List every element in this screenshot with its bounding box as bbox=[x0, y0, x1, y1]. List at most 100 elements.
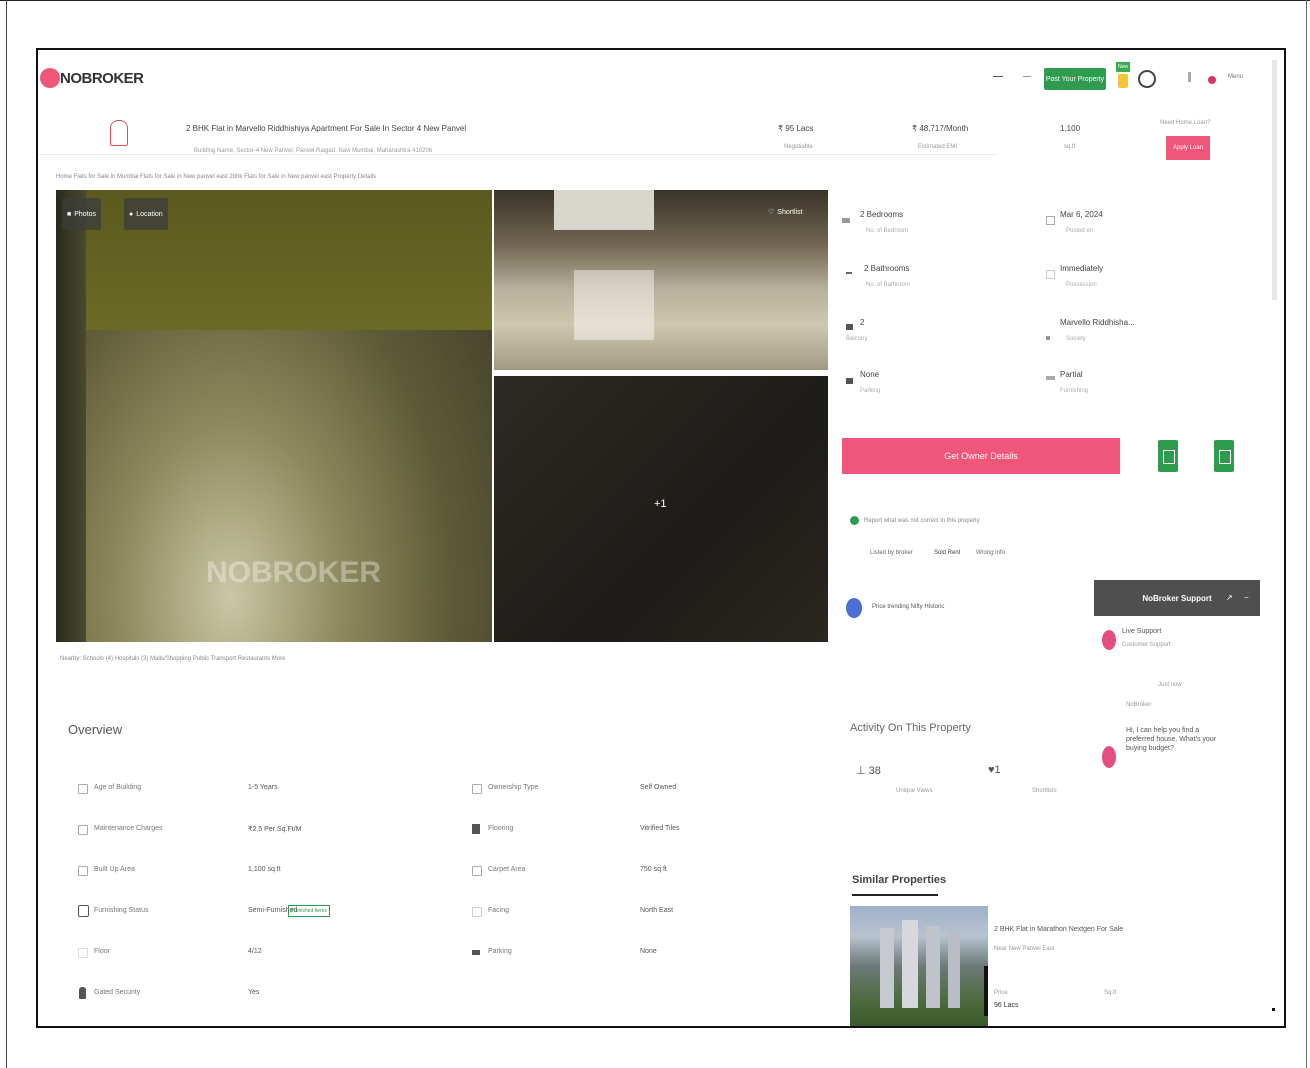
slider-handle[interactable] bbox=[984, 966, 988, 1016]
shortlists-count: 1 bbox=[994, 764, 1001, 776]
logo-text[interactable]: NOBROKER bbox=[60, 70, 144, 87]
spec-title: None bbox=[860, 370, 880, 379]
calculator-button[interactable] bbox=[1158, 440, 1178, 472]
price-trend-link[interactable]: Price trending Nifty Historic bbox=[872, 604, 944, 610]
table-row: Built Up Area 1,100 sq.ft Carpet Area 75… bbox=[78, 864, 798, 878]
spec-sub: Posted on bbox=[1066, 228, 1094, 234]
car-icon bbox=[846, 378, 853, 384]
listing-area: 1,100 bbox=[1060, 124, 1081, 133]
person-icon: ⊥ bbox=[856, 765, 869, 777]
floor-reflection bbox=[574, 270, 654, 340]
chat-sender: NoBroker bbox=[1126, 702, 1152, 708]
views-label: Unique Views bbox=[896, 788, 933, 794]
emi-sub: Estimated EMI bbox=[918, 144, 958, 150]
row-label: Maintenance Charges bbox=[94, 825, 163, 832]
row-label: Ownership Type bbox=[488, 784, 539, 791]
agent-sub: Customer Support bbox=[1122, 642, 1171, 648]
spec-sub: Possession bbox=[1066, 282, 1097, 288]
post-property-button[interactable]: Post Your Property bbox=[1044, 68, 1106, 90]
row-value: 750 sq.ft bbox=[640, 866, 667, 873]
spec-sub: Balcony bbox=[846, 336, 868, 342]
support-header[interactable]: NoBroker Support bbox=[1094, 580, 1260, 616]
report-option-wrong[interactable]: Wrong info bbox=[976, 550, 1005, 556]
logo-icon[interactable] bbox=[40, 68, 60, 88]
furnished-items-tag[interactable]: Furnished Items bbox=[288, 905, 330, 917]
sofa-icon bbox=[1046, 376, 1055, 380]
scan-edge-left bbox=[6, 0, 7, 1068]
furnishing-icon bbox=[78, 905, 89, 917]
notification-dot bbox=[1208, 76, 1216, 84]
calculator-glyph bbox=[1163, 450, 1175, 464]
photo-watermark: NOBROKER bbox=[206, 556, 382, 589]
shortlist-button[interactable]: ♡ Shortlist bbox=[768, 208, 803, 217]
apply-loan-button[interactable]: Apply Loan bbox=[1166, 136, 1210, 160]
scrollbar[interactable] bbox=[1272, 60, 1277, 300]
row-label: Built Up Area bbox=[94, 866, 135, 873]
report-option-broker[interactable]: Listed by broker bbox=[870, 550, 913, 556]
breadcrumb[interactable]: Home Flats for Sale in Mumbai Flats for … bbox=[56, 174, 376, 180]
minimize-icon[interactable] bbox=[993, 76, 1003, 77]
area-sub: sq.ft bbox=[1064, 144, 1076, 150]
spec-title: Immediately bbox=[1060, 264, 1104, 273]
location-button[interactable]: ● Location bbox=[124, 198, 168, 230]
report-text: Report what was not correct in this prop… bbox=[864, 518, 980, 524]
minimize-chat-icon[interactable]: − bbox=[1244, 593, 1249, 602]
similar-image[interactable] bbox=[850, 906, 988, 1026]
spec-sub: Society bbox=[1066, 336, 1086, 342]
nearby-links[interactable]: Nearby: Schools (4) Hospitals (3) Malls/… bbox=[60, 656, 285, 662]
scroll-dot bbox=[1272, 1008, 1275, 1011]
calendar-icon bbox=[1046, 216, 1055, 225]
bot-avatar bbox=[1102, 746, 1116, 768]
bed-icon bbox=[842, 218, 850, 223]
row-value: Self Owned bbox=[640, 784, 677, 791]
row-value: ₹2.5 Per Sq.Ft/M bbox=[248, 826, 302, 833]
agent-name: Live Support bbox=[1122, 628, 1162, 635]
more-photos-count[interactable]: +1 bbox=[654, 498, 667, 510]
report-option-sold[interactable]: Sold Rent bbox=[934, 550, 960, 556]
new-badge: New bbox=[1116, 62, 1130, 72]
photos-label: Photos bbox=[74, 210, 97, 218]
signin-icon[interactable] bbox=[1188, 72, 1191, 82]
pin-icon: ● bbox=[129, 210, 134, 218]
similar-area-label: Sq.ft bbox=[1104, 990, 1117, 996]
photo-3[interactable]: +1 bbox=[494, 376, 828, 642]
divider bbox=[38, 154, 998, 155]
carpet-icon bbox=[472, 866, 482, 876]
wallet-icon[interactable] bbox=[1118, 74, 1128, 88]
spec-sub: No. of Bathroom bbox=[866, 282, 910, 288]
row-value: Vitrified Tiles bbox=[640, 825, 680, 832]
similar-price: 96 Lacs bbox=[994, 1002, 1019, 1009]
expand-icon[interactable]: ↗ bbox=[1226, 593, 1233, 602]
similar-card-title[interactable]: 2 BHK Flat in Marathon Nextgen For Sale bbox=[994, 926, 1123, 933]
ownership-icon bbox=[472, 784, 482, 794]
balcony-icon bbox=[846, 324, 853, 330]
chat-glyph bbox=[1219, 450, 1231, 464]
main-photo[interactable]: NOBROKER bbox=[56, 190, 492, 642]
menu-label[interactable]: Menu bbox=[1228, 74, 1243, 80]
photos-button[interactable]: ■ Photos bbox=[62, 198, 102, 230]
get-owner-details-button[interactable]: Get Owner Details bbox=[842, 438, 1120, 474]
dash-icon bbox=[1023, 76, 1031, 77]
building-age-icon bbox=[78, 784, 88, 794]
photo-2[interactable] bbox=[494, 190, 828, 370]
table-row: Furnishing Status Semi-Furnished Furnish… bbox=[78, 905, 798, 921]
heart-icon: ♡ bbox=[768, 209, 775, 216]
chat-button[interactable] bbox=[1214, 440, 1234, 472]
society-icon bbox=[1046, 336, 1050, 340]
camera-icon: ■ bbox=[67, 210, 72, 218]
table-row: Age of Building 1-5 Years Ownership Type… bbox=[78, 782, 798, 796]
security-guard-icon bbox=[79, 987, 86, 999]
row-value: 1-5 Years bbox=[248, 784, 278, 791]
user-icon[interactable] bbox=[1138, 70, 1156, 88]
listing-emi: ₹ 48,717/Month bbox=[912, 124, 969, 133]
views-count: 38 bbox=[868, 765, 881, 777]
window-light bbox=[554, 190, 654, 230]
row-value: 4/12 bbox=[248, 948, 262, 955]
bath-icon bbox=[846, 272, 852, 274]
price-trend-icon bbox=[846, 598, 862, 618]
row-label: Gated Security bbox=[94, 989, 141, 996]
row-label: Floor bbox=[94, 948, 110, 955]
activity-views: ⊥ 38 bbox=[856, 764, 881, 777]
row-label: Carpet Area bbox=[488, 866, 526, 873]
listing-price: ₹ 95 Lacs bbox=[778, 124, 814, 133]
